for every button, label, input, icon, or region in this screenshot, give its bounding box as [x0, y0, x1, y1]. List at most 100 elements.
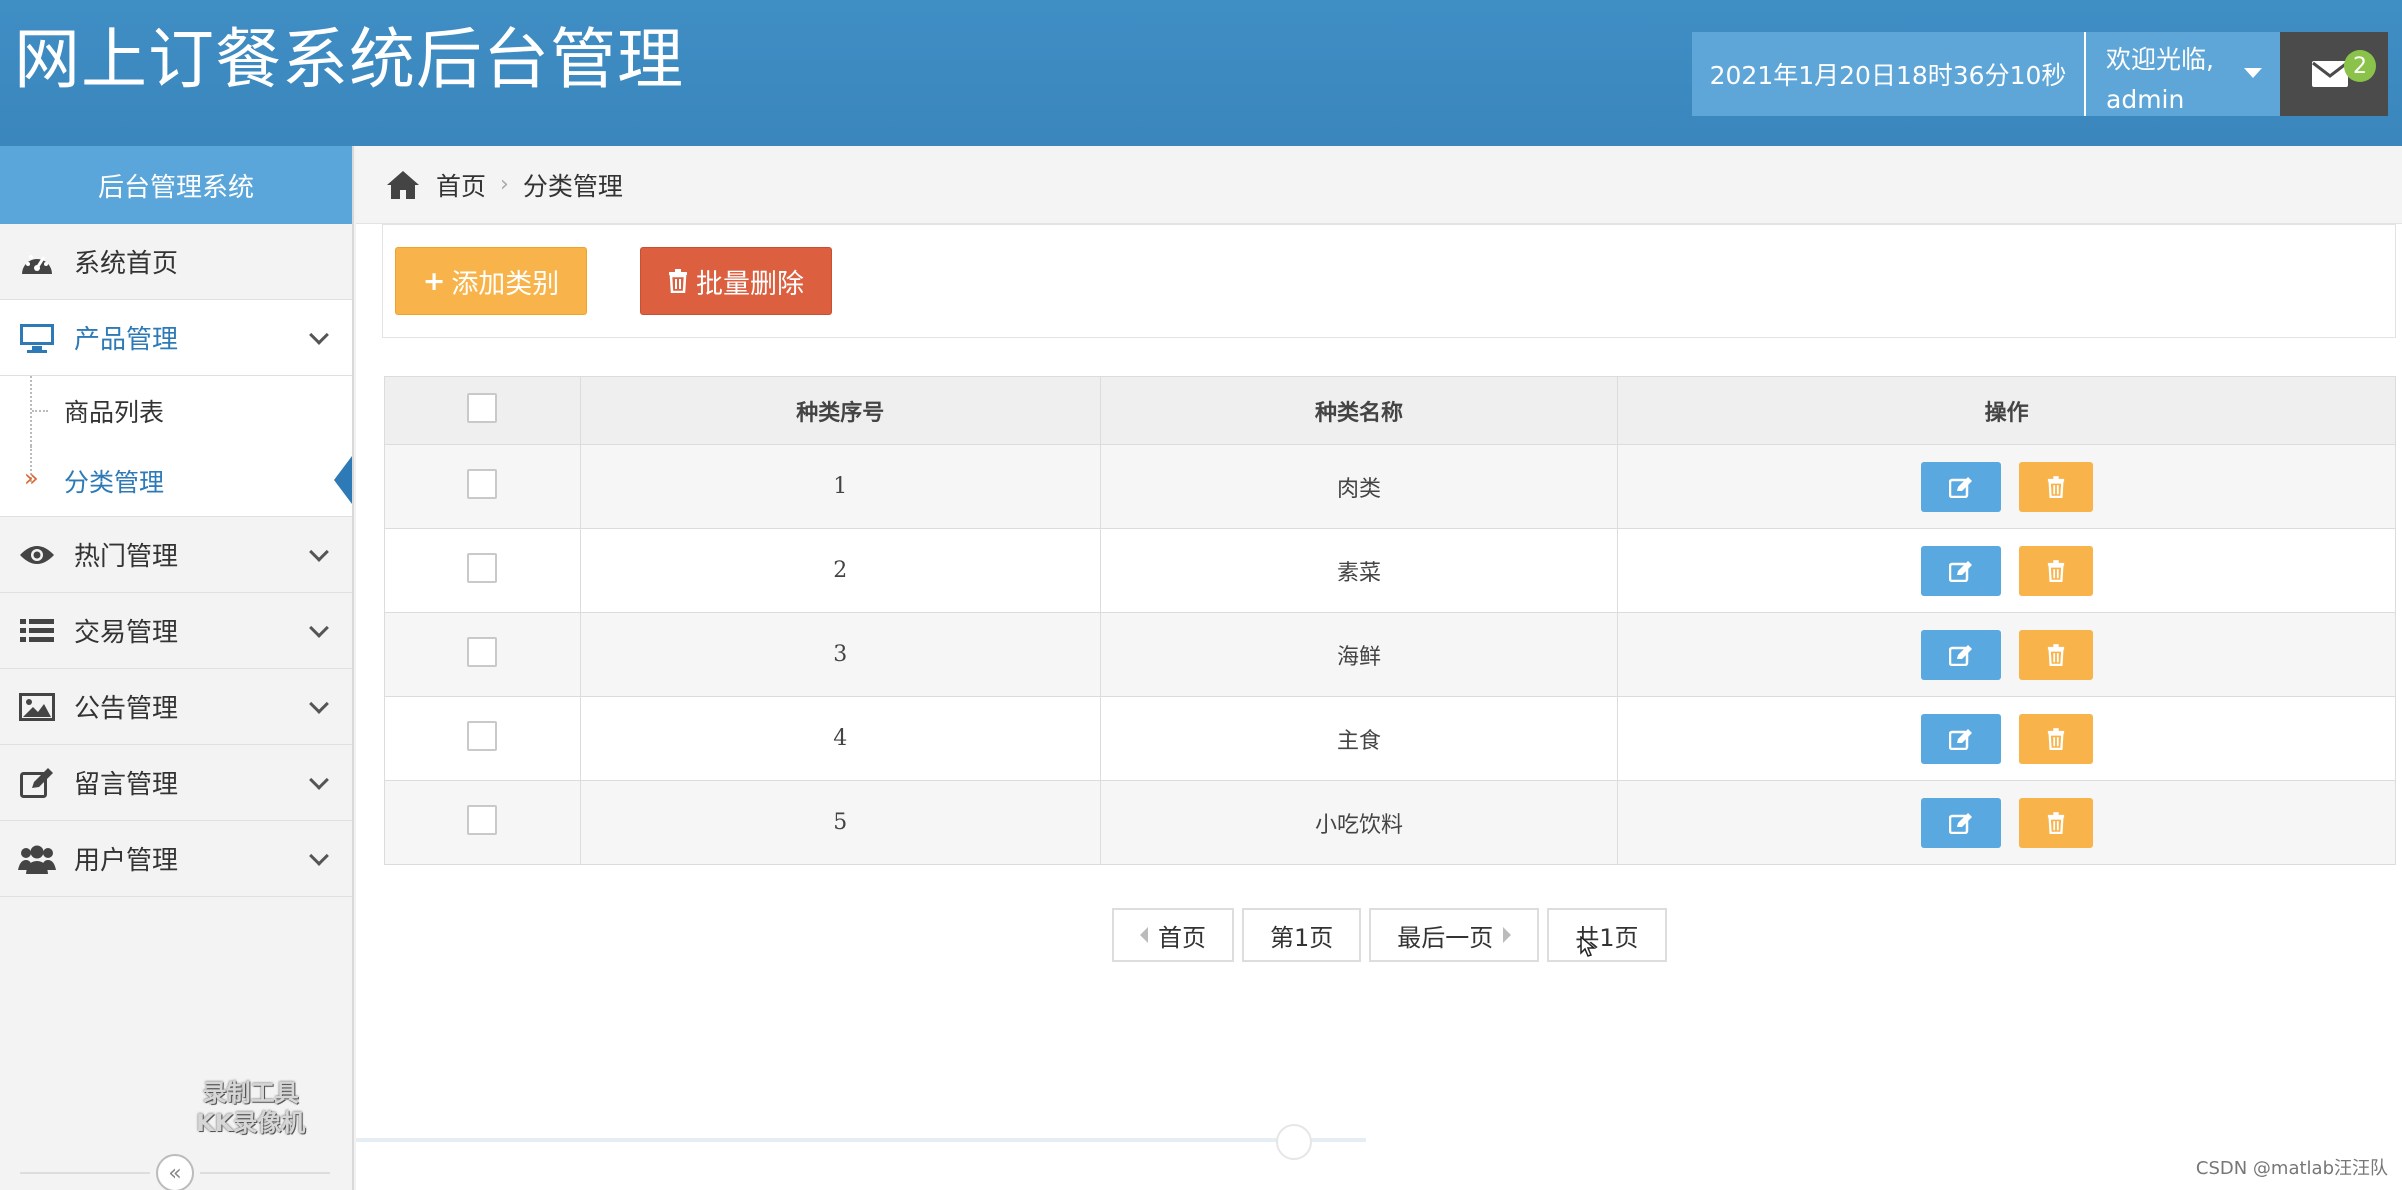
delete-button[interactable] [2018, 545, 2093, 596]
chevron-down-icon [309, 618, 329, 638]
breadcrumb-home-link[interactable]: 首页 [436, 167, 486, 203]
add-category-button[interactable]: + 添加类别 [395, 247, 587, 315]
horizontal-scroll-track[interactable] [356, 1138, 1366, 1142]
category-name-cell: 素菜 [1099, 528, 1619, 613]
row-checkbox[interactable] [467, 636, 498, 667]
sidebar-item-products[interactable]: 产品管理 [0, 300, 352, 376]
row-checkbox[interactable] [467, 804, 498, 835]
breadcrumb-separator: › [500, 172, 509, 197]
delete-button[interactable] [2018, 629, 2093, 680]
double-chevron-right-icon: » [24, 464, 39, 492]
sidebar-item-trade[interactable]: 交易管理 [0, 593, 352, 669]
edit-button[interactable] [1920, 461, 2001, 512]
delete-button[interactable] [2018, 461, 2093, 512]
edit-button[interactable] [1920, 713, 2001, 764]
actions-cell [1617, 528, 2396, 613]
user-menu[interactable]: 欢迎光临, admin [2084, 32, 2280, 116]
messages-button[interactable]: 2 [2280, 32, 2388, 116]
triangle-left-icon [1140, 927, 1148, 943]
plus-icon: + [422, 265, 446, 297]
column-header-name: 种类名称 [1099, 376, 1619, 445]
sidebar-item-label: 交易管理 [74, 618, 179, 648]
list-icon [18, 616, 56, 646]
edit-button[interactable] [1920, 545, 2001, 596]
row-checkbox[interactable] [467, 468, 498, 499]
actions-cell [1617, 696, 2396, 781]
sidebar-item-label: 系统首页 [74, 249, 179, 279]
sidebar-item-notice[interactable]: 公告管理 [0, 669, 352, 745]
batch-delete-label: 批量删除 [696, 268, 804, 300]
products-submenu: 商品列表 » 分类管理 [0, 376, 352, 517]
sidebar-subitem-label: 分类管理 [64, 468, 165, 497]
app-title: 网上订餐系统后台管理 [14, 21, 684, 98]
delete-button[interactable] [2018, 797, 2093, 848]
table-row: 5 小吃饮料 [384, 780, 2396, 865]
table-row: 1 肉类 [384, 444, 2396, 529]
add-category-label: 添加类别 [451, 268, 560, 300]
sidebar: 后台管理系统 系统首页 产品管理 商品列表 » 分类管理 热门管理 交易管理 公… [0, 146, 354, 1190]
current-page-button[interactable]: 第1页 [1242, 908, 1362, 962]
category-name-cell: 肉类 [1099, 444, 1619, 529]
sidebar-item-label: 留言管理 [74, 770, 179, 800]
trash-icon [2047, 643, 2064, 666]
first-page-button[interactable]: 首页 [1112, 908, 1234, 962]
sidebar-item-label: 产品管理 [74, 325, 179, 355]
actions-cell [1617, 780, 2396, 865]
sidebar-item-home[interactable]: 系统首页 [0, 224, 352, 300]
recorder-watermark: 录制工具 KK录像机 [196, 1079, 306, 1137]
datetime-display: 2021年1月20日18时36分10秒 [1692, 32, 2084, 116]
sidebar-collapse-button[interactable]: « [156, 1154, 194, 1190]
category-id-cell: 5 [579, 780, 1101, 865]
category-id-cell: 2 [579, 528, 1101, 613]
sidebar-subitem-category[interactable]: » 分类管理 [0, 446, 352, 516]
table-row: 3 海鲜 [384, 612, 2396, 697]
triangle-right-icon [1503, 927, 1512, 943]
category-id-cell: 3 [579, 612, 1101, 697]
trash-icon [2047, 727, 2064, 750]
batch-delete-button[interactable]: 批量删除 [640, 247, 832, 315]
active-pointer-icon [334, 456, 352, 504]
chevron-down-icon [309, 694, 329, 714]
sidebar-item-hot[interactable]: 热门管理 [0, 517, 352, 593]
select-all-checkbox[interactable] [467, 392, 498, 423]
edit-icon [1948, 812, 1972, 834]
trash-icon [669, 269, 687, 293]
dashboard-icon [18, 247, 56, 277]
delete-button[interactable] [2018, 713, 2093, 764]
toolbar: + 添加类别 批量删除 [382, 224, 2396, 338]
table-row: 4 主食 [384, 696, 2396, 781]
category-table: 种类序号 种类名称 操作 1 肉类 2 素菜 3 海鲜 4 主食 5 小吃饮料 [384, 376, 2396, 865]
envelope-icon [2312, 61, 2348, 87]
row-checkbox[interactable] [467, 720, 498, 751]
last-page-button[interactable]: 最后一页 [1369, 908, 1540, 962]
edit-icon [1948, 644, 1972, 666]
trash-icon [2047, 559, 2064, 582]
double-chevron-left-icon: « [168, 1160, 182, 1186]
column-header-id: 种类序号 [579, 376, 1101, 445]
trash-icon [2047, 475, 2064, 498]
row-checkbox[interactable] [467, 552, 498, 583]
home-icon [387, 170, 419, 199]
monitor-icon [18, 323, 56, 353]
sidebar-item-message[interactable]: 留言管理 [0, 745, 352, 821]
edit-button[interactable] [1920, 629, 2001, 680]
category-name-cell: 海鲜 [1099, 612, 1619, 697]
edit-icon [1948, 560, 1972, 582]
sidebar-subitem-label: 商品列表 [64, 398, 165, 427]
eye-icon [18, 540, 56, 570]
scroll-handle[interactable] [1276, 1124, 1312, 1160]
category-name-cell: 主食 [1099, 696, 1619, 781]
sidebar-subitem-product-list[interactable]: 商品列表 [0, 376, 352, 446]
category-id-cell: 1 [579, 444, 1101, 529]
trash-icon [2047, 811, 2064, 834]
sidebar-item-users[interactable]: 用户管理 [0, 821, 352, 897]
sidebar-item-label: 热门管理 [74, 542, 179, 572]
edit-button[interactable] [1920, 797, 2001, 848]
table-header-row: 种类序号 种类名称 操作 [384, 376, 2396, 445]
edit-icon [18, 767, 56, 798]
sidebar-item-label: 用户管理 [74, 846, 179, 876]
users-icon [18, 844, 56, 874]
edit-icon [1948, 476, 1972, 498]
chevron-down-icon [309, 846, 329, 866]
sidebar-title: 后台管理系统 [0, 146, 352, 224]
